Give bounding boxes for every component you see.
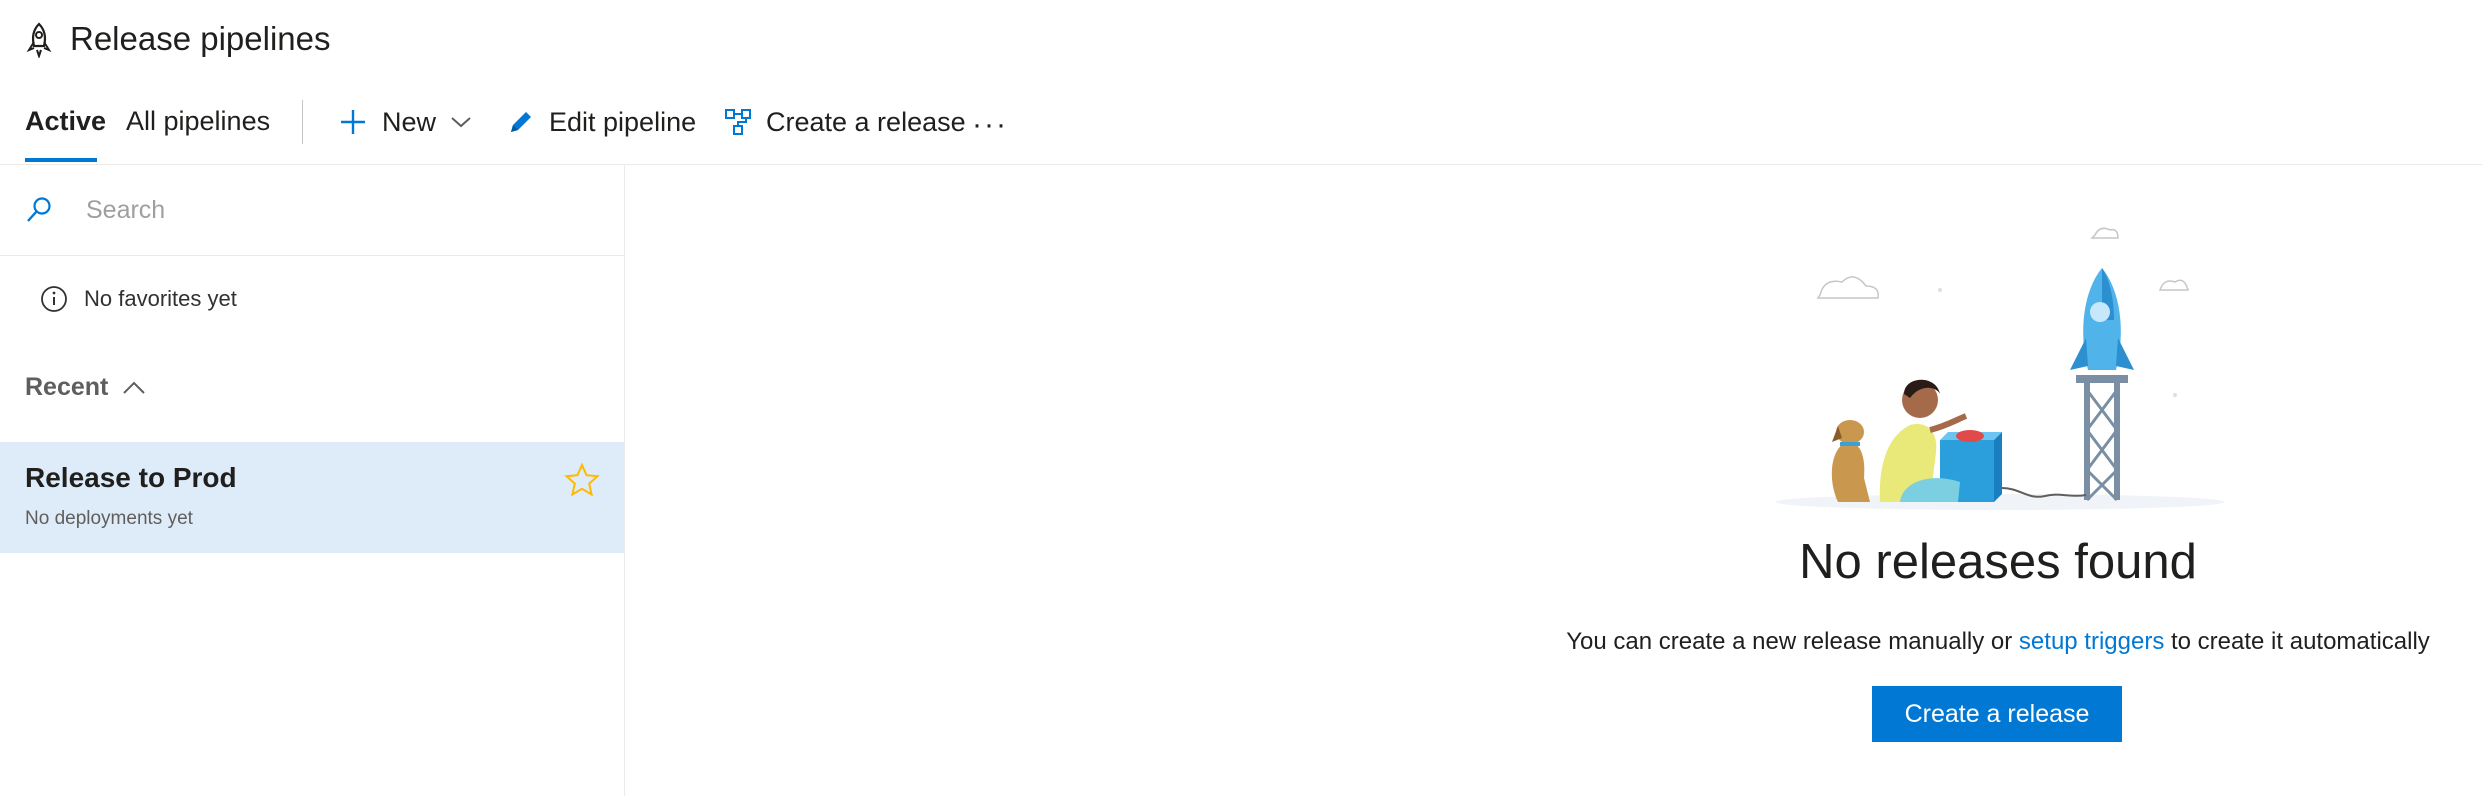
chevron-down-icon bbox=[451, 117, 471, 128]
recent-label: Recent bbox=[25, 373, 109, 401]
chevron-up-icon bbox=[123, 381, 146, 394]
create-release-button[interactable]: Create a release bbox=[1872, 686, 2122, 742]
recent-section-header[interactable]: Recent bbox=[25, 373, 146, 402]
edit-pipeline-label: Edit pipeline bbox=[549, 106, 697, 137]
new-button-label: New bbox=[382, 106, 437, 137]
empty-state-title: No releases found bbox=[1799, 535, 2197, 589]
edit-pipeline-button[interactable]: Edit pipeline bbox=[507, 96, 696, 148]
star-icon[interactable] bbox=[564, 462, 600, 498]
search-input[interactable] bbox=[84, 191, 588, 229]
page-title: Release pipelines bbox=[70, 20, 331, 57]
message-prefix: You can create a new release manually or bbox=[1566, 628, 2019, 655]
create-release-toolbar-button[interactable]: Create a release bbox=[724, 96, 966, 148]
info-icon bbox=[41, 286, 67, 312]
pivot-toolbar: Active All pipelines New Edit pipeline C… bbox=[0, 96, 2482, 165]
pipelines-sidebar: No favorites yet Recent Release to Prod … bbox=[0, 165, 625, 796]
empty-state-illustration bbox=[1775, 227, 2225, 510]
page-header: Release pipelines bbox=[0, 0, 2482, 86]
pipeline-list-item[interactable]: Release to Prod No deployments yet bbox=[0, 442, 624, 553]
new-button[interactable]: New bbox=[338, 96, 472, 148]
no-favorites-text: No favorites yet bbox=[84, 286, 237, 311]
pipeline-name: Release to Prod bbox=[25, 462, 237, 493]
pencil-icon bbox=[511, 112, 531, 132]
more-options-button[interactable]: ··· bbox=[972, 108, 1008, 142]
setup-triggers-link[interactable]: setup triggers bbox=[2019, 628, 2164, 655]
tab-all-pipelines[interactable]: All pipelines bbox=[126, 106, 270, 137]
create-release-toolbar-label: Create a release bbox=[766, 106, 966, 137]
search-icon bbox=[27, 197, 51, 222]
release-icon bbox=[725, 109, 751, 135]
rocket-icon bbox=[26, 22, 52, 58]
message-suffix: to create it automatically bbox=[2164, 628, 2430, 655]
pipeline-status: No deployments yet bbox=[25, 508, 193, 529]
tab-active[interactable]: Active bbox=[25, 106, 106, 137]
toolbar-divider bbox=[302, 100, 303, 144]
active-tab-indicator bbox=[25, 158, 97, 162]
empty-state-message: You can create a new release manually or… bbox=[1400, 628, 2482, 656]
no-favorites-message: No favorites yet bbox=[40, 285, 237, 313]
search-box bbox=[0, 165, 624, 256]
plus-icon bbox=[341, 110, 365, 134]
